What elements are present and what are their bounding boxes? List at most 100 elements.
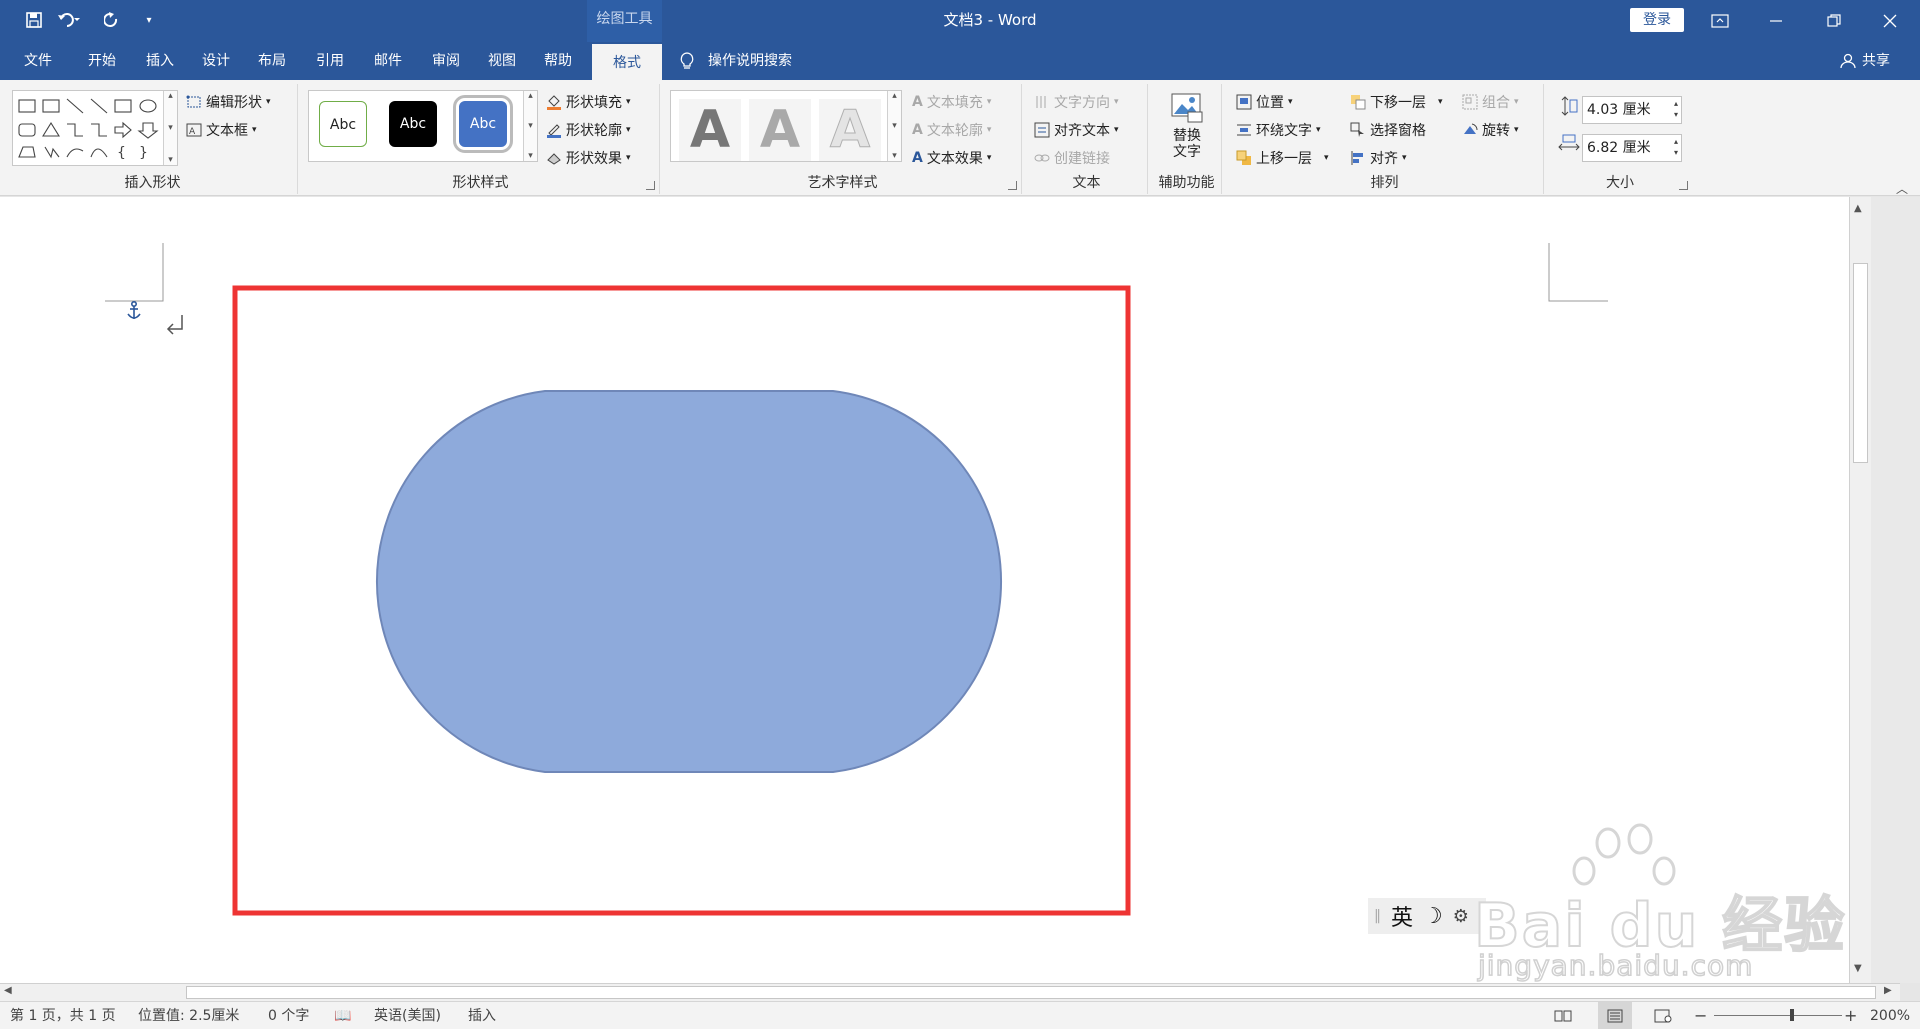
shape-style-outline[interactable]: Abc (319, 101, 367, 147)
width-spinner-icon[interactable]: ▴ ▾ (1674, 136, 1678, 158)
wordart-style-2[interactable]: A (749, 99, 811, 161)
group-accessibility: 替换 文字 辅助功能 (1152, 84, 1222, 194)
horizontal-scroll-thumb[interactable] (186, 986, 1876, 999)
scroll-left-icon[interactable]: ◀ (4, 985, 12, 996)
tab-layout[interactable]: 布局 (244, 42, 300, 80)
language-status[interactable]: 英语(美国) (374, 1002, 441, 1029)
vertical-scroll-thumb[interactable] (1853, 263, 1868, 463)
rounded-rectangle-shape[interactable] (376, 390, 1002, 773)
scroll-up-icon[interactable]: ▲ (1854, 203, 1862, 214)
word-count[interactable]: 0 个字 (268, 1002, 309, 1029)
send-backward-button[interactable]: 下移一层 ▾ (1350, 92, 1443, 112)
horizontal-scrollbar[interactable]: ◀ ▶ (0, 983, 1900, 1001)
tab-help[interactable]: 帮助 (530, 42, 586, 80)
position-button[interactable]: 位置 ▾ (1236, 92, 1293, 112)
vertical-scrollbar[interactable]: ▲ ▼ (1849, 197, 1871, 983)
align-button[interactable]: 对齐 ▾ (1350, 148, 1407, 168)
read-mode-icon[interactable] (1554, 1002, 1572, 1029)
shape-width-input[interactable]: 6.82 厘米 ▴ ▾ (1582, 134, 1682, 162)
edit-shape-icon (186, 95, 201, 108)
text-outline-button[interactable]: A 文本轮廓 ▾ (912, 120, 991, 140)
bring-forward-button[interactable]: 上移一层 ▾ (1236, 148, 1329, 168)
zoom-level[interactable]: 200% (1870, 1002, 1910, 1029)
shape-styles-launcher-icon[interactable] (646, 181, 655, 190)
collapse-ribbon-icon[interactable]: ︿ (1896, 180, 1908, 197)
group-text: 文字方向 ▾ 对齐文本 ▾ 创建链接 文本 (1026, 84, 1148, 194)
align-icon (1351, 151, 1363, 165)
zoom-slider[interactable] (1714, 1009, 1842, 1021)
minimize-icon[interactable] (1748, 0, 1804, 42)
arrange-label: 排列 (1370, 175, 1399, 191)
wordart-gallery[interactable]: A A A ▴ ▾ ▾ (670, 90, 902, 162)
tab-mailings[interactable]: 邮件 (360, 42, 416, 80)
height-spinner-icon[interactable]: ▴ ▾ (1674, 98, 1678, 120)
shape-fill-button[interactable]: 形状填充 ▾ (546, 92, 631, 112)
text-direction-button[interactable]: 文字方向 ▾ (1034, 92, 1119, 112)
shape-styles-gallery[interactable]: Abc Abc Abc ▴ ▾ ▾ (308, 90, 538, 162)
align-text-button[interactable]: 对齐文本 ▾ (1034, 120, 1119, 140)
selection-pane-button[interactable]: 选择窗格 (1350, 120, 1426, 140)
ime-language[interactable]: 英 (1391, 900, 1413, 932)
create-link-button[interactable]: 创建链接 (1034, 148, 1110, 168)
title-bar: ▾ 绘图工具 文档3 - Word 登录 (0, 0, 1920, 42)
group-objects-button[interactable]: 组合 ▾ (1462, 92, 1519, 112)
proofing-icon[interactable]: 📖 (334, 1002, 351, 1029)
document-canvas[interactable]: ‖ 英 ☽ ⚙ Bai du 经验 jingyan.baidu.com (0, 197, 1849, 983)
wordart-launcher-icon[interactable] (1008, 181, 1017, 190)
save-icon[interactable] (22, 8, 46, 32)
shape-outline-button[interactable]: 形状轮廓 ▾ (546, 120, 631, 140)
zoom-in-icon[interactable]: + (1844, 1002, 1857, 1029)
shape-height-value: 4.03 厘米 (1587, 102, 1651, 118)
print-layout-icon[interactable] (1598, 1002, 1632, 1029)
shape-style-blue[interactable]: Abc (453, 95, 513, 153)
text-box-button[interactable]: A 文本框 ▾ (186, 120, 257, 140)
page-count[interactable]: 第 1 页，共 1 页 (10, 1002, 116, 1029)
close-icon[interactable] (1862, 0, 1918, 42)
alt-text-button[interactable]: 替换 文字 (1162, 90, 1212, 160)
tell-me-search[interactable]: 操作说明搜索 (680, 42, 792, 80)
tab-review[interactable]: 审阅 (418, 42, 474, 80)
paragraph-mark-icon (166, 315, 183, 335)
zoom-slider-thumb[interactable] (1790, 1009, 1794, 1021)
shape-height-input[interactable]: 4.03 厘米 ▴ ▾ (1582, 96, 1682, 124)
text-fill-button[interactable]: A 文本填充 ▾ (912, 92, 991, 112)
customize-icon[interactable]: ▾ (140, 8, 158, 32)
tab-insert[interactable]: 插入 (132, 42, 188, 80)
redo-icon[interactable] (100, 8, 124, 32)
shape-style-black[interactable]: Abc (389, 101, 437, 147)
tab-references[interactable]: 引用 (302, 42, 358, 80)
scroll-right-icon[interactable]: ▶ (1884, 985, 1892, 996)
tab-file[interactable]: 文件 (10, 42, 66, 80)
web-layout-icon[interactable] (1654, 1002, 1672, 1029)
gear-icon[interactable]: ⚙ (1453, 906, 1469, 927)
tab-view[interactable]: 视图 (474, 42, 530, 80)
size-launcher-icon[interactable] (1679, 181, 1688, 190)
rotate-button[interactable]: 旋转 ▾ (1462, 120, 1519, 140)
tab-design[interactable]: 设计 (188, 42, 244, 80)
shape-fill-label: 形状填充 (566, 95, 622, 111)
share-button[interactable]: 共享 (1840, 42, 1890, 80)
login-button[interactable]: 登录 (1630, 8, 1684, 32)
shape-effects-button[interactable]: 形状效果 ▾ (546, 148, 631, 168)
wordart-style-1[interactable]: A (679, 99, 741, 161)
scroll-down-icon[interactable]: ▼ (1854, 963, 1862, 974)
tab-format[interactable]: 格式 (592, 42, 662, 80)
rotate-icon (1464, 123, 1478, 134)
moon-icon[interactable]: ☽ (1423, 904, 1443, 929)
edit-shape-button[interactable]: 编辑形状 ▾ (186, 92, 271, 112)
restore-icon[interactable] (1806, 0, 1862, 42)
undo-icon[interactable] (54, 8, 84, 32)
ime-toolbar[interactable]: ‖ 英 ☽ ⚙ (1368, 898, 1486, 934)
text-direction-label: 文字方向 (1054, 95, 1110, 111)
text-effects-button[interactable]: A 文本效果 ▾ (912, 148, 991, 168)
wrap-text-button[interactable]: 环绕文字 ▾ (1236, 120, 1321, 140)
text-outline-icon: A (912, 122, 923, 138)
insert-mode[interactable]: 插入 (468, 1002, 496, 1029)
wordart-style-3[interactable]: A (819, 99, 881, 161)
tab-home[interactable]: 开始 (74, 42, 130, 80)
zoom-out-icon[interactable]: − (1694, 1002, 1707, 1029)
wordart-styles-label: 艺术字样式 (807, 175, 878, 191)
text-effects-icon: A (912, 150, 923, 166)
ribbon-display-icon[interactable] (1692, 0, 1748, 42)
shapes-gallery[interactable]: {} ▴ ▾ ▾ (12, 90, 178, 166)
